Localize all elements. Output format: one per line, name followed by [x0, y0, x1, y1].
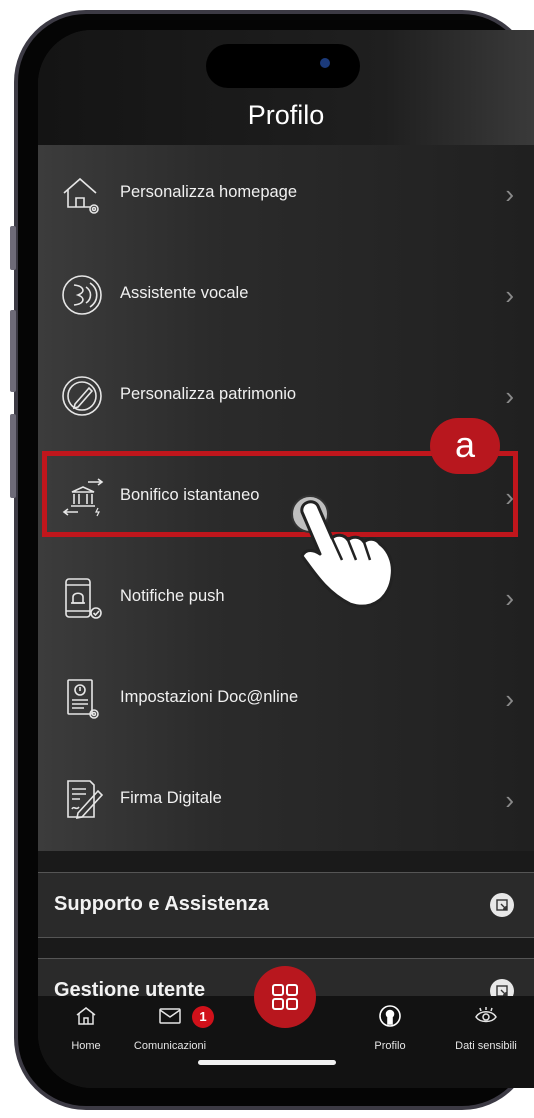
chevron-right-icon: ›	[505, 684, 514, 714]
external-link-icon	[490, 893, 514, 917]
menu-item-label: Assistente vocale	[120, 284, 249, 302]
eye-icon	[475, 1007, 497, 1023]
document-gear-icon	[67, 679, 99, 719]
notification-badge: 1	[192, 1006, 214, 1028]
menu-item-assistente-vocale[interactable]: Assistente vocale ›	[38, 246, 534, 347]
menu-item-label: Impostazioni Doc@nline	[120, 688, 299, 706]
tab-label: Dati sensibili	[455, 1040, 517, 1052]
apps-grid-icon	[272, 984, 298, 1010]
tab-profilo[interactable]: Profilo	[342, 996, 438, 1066]
menu-item-firma-digitale[interactable]: Firma Digitale ›	[38, 751, 534, 852]
tab-dati-sensibili[interactable]: Dati sensibili	[438, 996, 534, 1066]
chevron-right-icon: ›	[505, 785, 514, 815]
chevron-right-icon: ›	[505, 381, 514, 411]
page-title: Profilo	[247, 100, 325, 130]
phone-bell-icon	[65, 578, 102, 619]
home-icon	[76, 1007, 96, 1025]
camera-icon	[320, 58, 330, 68]
chevron-right-icon: ›	[505, 583, 514, 613]
menu-item-label: Notifiche push	[120, 587, 225, 605]
tap-hand-icon	[291, 495, 394, 608]
menu-item-label: Firma Digitale	[120, 789, 222, 807]
section-supporto-assistenza[interactable]: Supporto e Assistenza	[38, 872, 534, 938]
tab-label: Home	[71, 1040, 101, 1052]
apps-grid-button[interactable]	[254, 966, 316, 1028]
dynamic-island	[206, 44, 360, 88]
tab-label: Comunicazioni	[133, 1040, 207, 1052]
menu-item-label: Personalizza homepage	[120, 183, 298, 201]
tab-label: Profilo	[374, 1040, 406, 1052]
mail-icon	[159, 1008, 181, 1024]
voice-assistant-icon	[62, 275, 102, 315]
home-indicator	[198, 1060, 336, 1065]
annotation-badge: a	[430, 418, 500, 474]
chevron-right-icon: ›	[505, 179, 514, 209]
menu-item-impostazioni-doconline[interactable]: Impostazioni Doc@nline ›	[38, 650, 534, 751]
menu-item-label: Personalizza patrimonio	[120, 385, 297, 403]
mute-switch	[10, 226, 16, 270]
chevron-right-icon: ›	[505, 280, 514, 310]
volume-down-button	[10, 414, 16, 498]
profile-icon	[379, 1005, 401, 1027]
tab-home[interactable]: Home	[38, 996, 134, 1066]
home-gear-icon	[63, 177, 99, 214]
menu-item-personalizza-homepage[interactable]: Personalizza homepage ›	[38, 145, 534, 246]
header: Profilo	[38, 30, 534, 145]
section-label: Supporto e Assistenza	[54, 893, 269, 915]
signature-icon	[67, 780, 104, 820]
pencil-circle-icon	[62, 376, 102, 416]
volume-up-button	[10, 310, 16, 392]
